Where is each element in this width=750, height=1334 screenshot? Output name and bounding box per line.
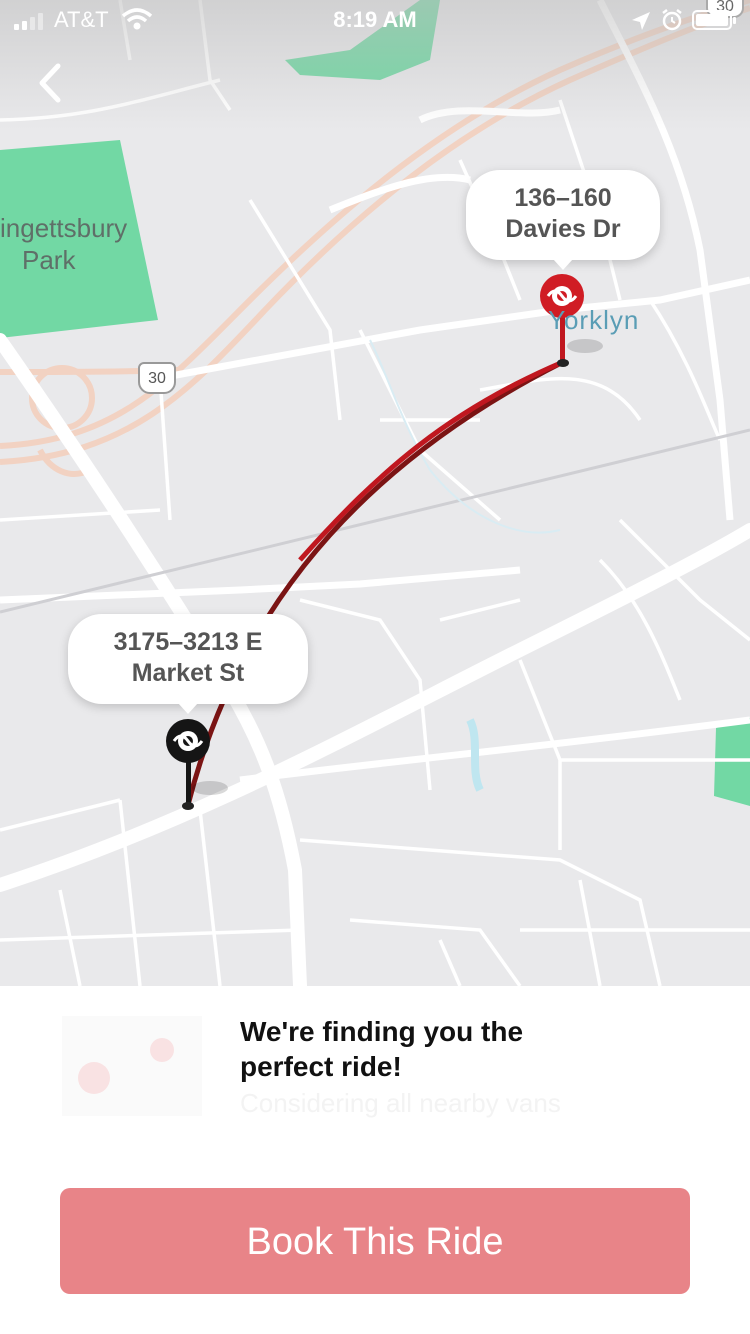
location-arrow-icon <box>632 12 650 30</box>
map-canvas <box>0 0 750 986</box>
status-bar: AT&T 8:19 AM <box>0 0 750 40</box>
searching-subtitle: Considering all nearby vans <box>240 1088 561 1118</box>
battery-icon <box>692 10 736 30</box>
ride-search-panel: We're finding you the perfect ride! Cons… <box>0 986 750 1334</box>
destination-label-bubble[interactable]: 136–160 Davies Dr <box>466 170 660 270</box>
town-label: Yorklyn <box>548 305 640 335</box>
origin-address-line2: Market St <box>131 659 245 687</box>
alarm-icon <box>662 9 682 31</box>
back-arrow-icon[interactable] <box>26 58 76 108</box>
park-label-line2: Park <box>22 245 76 275</box>
map-thumbnail-icon <box>62 1016 202 1116</box>
park-label: ingettsbury Park <box>0 212 127 276</box>
park-label-line1: ingettsbury <box>0 213 128 243</box>
book-ride-button[interactable]: Book This Ride <box>60 1188 690 1294</box>
destination-address-line2: Davies Dr <box>505 215 621 243</box>
map-view[interactable]: ingettsbury Park Yorklyn 30 30 136–160 D… <box>0 0 750 986</box>
destination-address-line1: 136–160 <box>514 184 612 212</box>
origin-address-line1: 3175–3213 E <box>113 628 263 656</box>
highway-shield: 30 <box>138 362 176 394</box>
origin-label-bubble[interactable]: 3175–3213 E Market St <box>68 614 308 714</box>
searching-title: We're finding you the perfect ride! <box>240 1016 524 1082</box>
